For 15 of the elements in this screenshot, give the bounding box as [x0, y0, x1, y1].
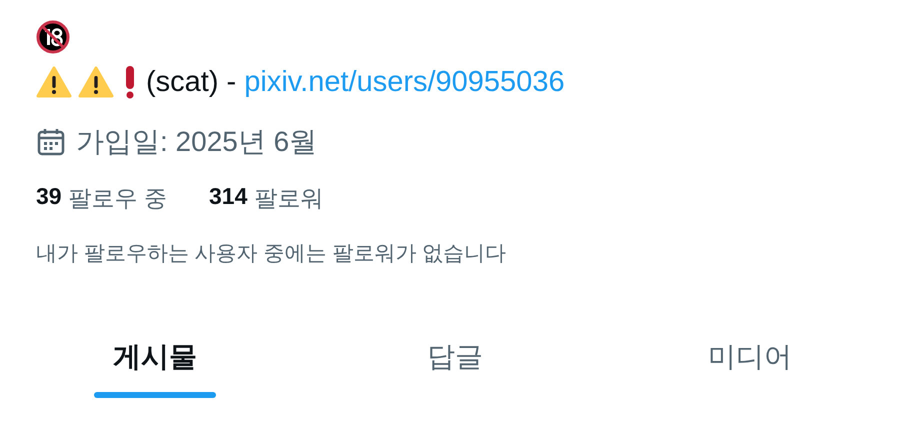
stat-label: 팔로우 중 [68, 184, 167, 213]
stat-count: 39 [36, 183, 62, 211]
tab[interactable]: 게시물 [113, 332, 197, 382]
bio-text: (scat) - [146, 66, 238, 98]
calendar-icon [36, 127, 66, 157]
tab[interactable]: 미디어 [708, 332, 792, 382]
followers-note: 내가 팔로우하는 사용자 중에는 팔로워가 없습니다 [36, 241, 508, 267]
join-date: 가입일: 2025년 6월 [76, 125, 318, 159]
exclamation-icon [124, 65, 136, 99]
stat-label: 팔로워 [254, 184, 324, 213]
stat-count: 314 [208, 183, 248, 211]
tab[interactable]: 답글 [427, 332, 483, 382]
warning-icon [78, 66, 114, 98]
warning-icon [36, 66, 72, 98]
no-under-18-icon [36, 20, 70, 54]
